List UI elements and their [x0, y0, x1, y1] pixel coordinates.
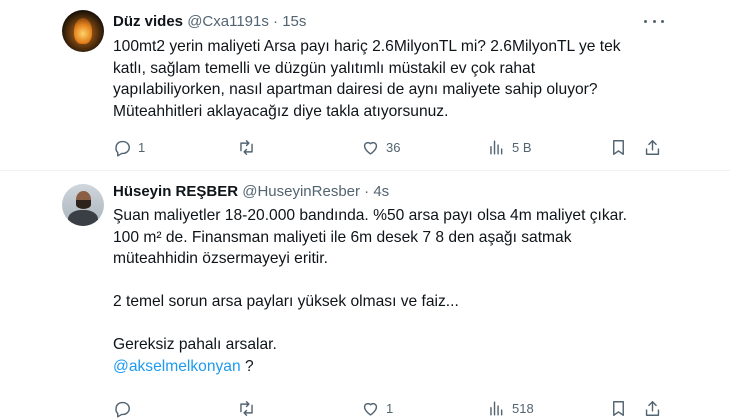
like-button[interactable]: 1 — [361, 396, 393, 420]
view-count: 518 — [512, 400, 534, 416]
separator-dot: · — [273, 13, 279, 30]
view-count: 5 B — [512, 139, 532, 155]
retweet-button[interactable] — [237, 396, 262, 420]
reply-button[interactable]: 1 — [113, 135, 145, 159]
avatar[interactable] — [62, 10, 104, 52]
bookmark-button[interactable] — [609, 396, 628, 420]
tweet-text: 100mt2 yerin maliyeti Arsa payı hariç 2.… — [113, 36, 633, 122]
share-icon — [645, 400, 660, 416]
tweet-line: 100 m² de. Finansman maliyeti ile 6m des… — [113, 228, 572, 246]
action-bar: 1 36 5 B — [113, 135, 673, 159]
separator-dot: · — [364, 183, 370, 200]
retweet-icon — [240, 139, 253, 155]
retweet-button[interactable] — [237, 135, 262, 159]
like-count: 1 — [386, 400, 394, 416]
reply-count: 1 — [138, 139, 146, 155]
action-bar: 1 518 — [113, 396, 673, 420]
like-icon — [363, 141, 378, 155]
views-button[interactable]: 518 — [487, 396, 534, 420]
tweet-line: Şuan maliyetler 18-20.000 bandında. %50 … — [113, 207, 628, 224]
user-handle[interactable]: @HuseyinResber — [242, 183, 360, 200]
mention-suffix: ? — [240, 357, 254, 375]
tweet-line: Gereksiz pahalı arsalar. — [113, 336, 277, 353]
reply-icon — [115, 140, 130, 157]
share-icon — [645, 139, 660, 155]
mention-link[interactable]: @akselmelkonyan — [113, 358, 241, 375]
reply-icon — [115, 401, 130, 418]
views-icon — [490, 139, 503, 155]
display-name[interactable]: Hüseyin REŞBER — [113, 183, 238, 200]
mention-line: @akselmelkonyan ? — [113, 356, 633, 378]
tweet-1[interactable]: Düz vides @Cxa1191s · 15s 100mt2 yerin m… — [0, 0, 730, 171]
timestamp[interactable]: 15s — [282, 13, 306, 30]
bookmark-icon — [613, 400, 624, 416]
avatar-beard — [76, 200, 91, 209]
more-options-icon[interactable] — [644, 14, 664, 28]
tweet-line: katlı, sağlam temelli ve düzgün yalıtıml… — [113, 59, 536, 77]
tweet-2[interactable]: Hüseyin REŞBER @HuseyinResber · 4s Şuan … — [0, 172, 730, 420]
like-count: 36 — [386, 139, 401, 155]
avatar-image — [68, 210, 98, 226]
views-button[interactable]: 5 B — [487, 135, 532, 159]
views-icon — [490, 400, 503, 416]
like-button[interactable]: 36 — [361, 135, 400, 159]
reply-button[interactable] — [113, 396, 138, 420]
tweet-text: Şuan maliyetler 18-20.000 bandında. %50 … — [113, 205, 633, 377]
avatar-image — [74, 18, 92, 44]
bookmark-icon — [613, 139, 624, 155]
tweet-line: müteahhidin özsermayeyi eritir. — [113, 250, 328, 267]
timestamp[interactable]: 4s — [373, 183, 389, 200]
like-icon — [363, 402, 378, 416]
avatar[interactable] — [62, 184, 104, 226]
share-button[interactable] — [643, 135, 662, 159]
display-name[interactable]: Düz vides — [113, 13, 183, 30]
retweet-icon — [240, 400, 253, 416]
tweet-line: Müteahhitleri aklayacağız diye takla atı… — [113, 102, 449, 120]
tweet-line: yapılabiliyorken, nasıl apartman dairesi… — [113, 81, 598, 98]
share-button[interactable] — [643, 396, 662, 420]
tweet-header: Hüseyin REŞBER @HuseyinResber · 4s — [113, 183, 389, 200]
tweet-line: 2 temel sorun arsa payları yüksek olması… — [113, 293, 459, 310]
tweet-header: Düz vides @Cxa1191s · 15s — [113, 13, 306, 30]
bookmark-button[interactable] — [609, 135, 628, 159]
user-handle[interactable]: @Cxa1191s — [187, 13, 269, 30]
tweet-line: 100mt2 yerin maliyeti Arsa payı hariç 2.… — [113, 38, 621, 55]
